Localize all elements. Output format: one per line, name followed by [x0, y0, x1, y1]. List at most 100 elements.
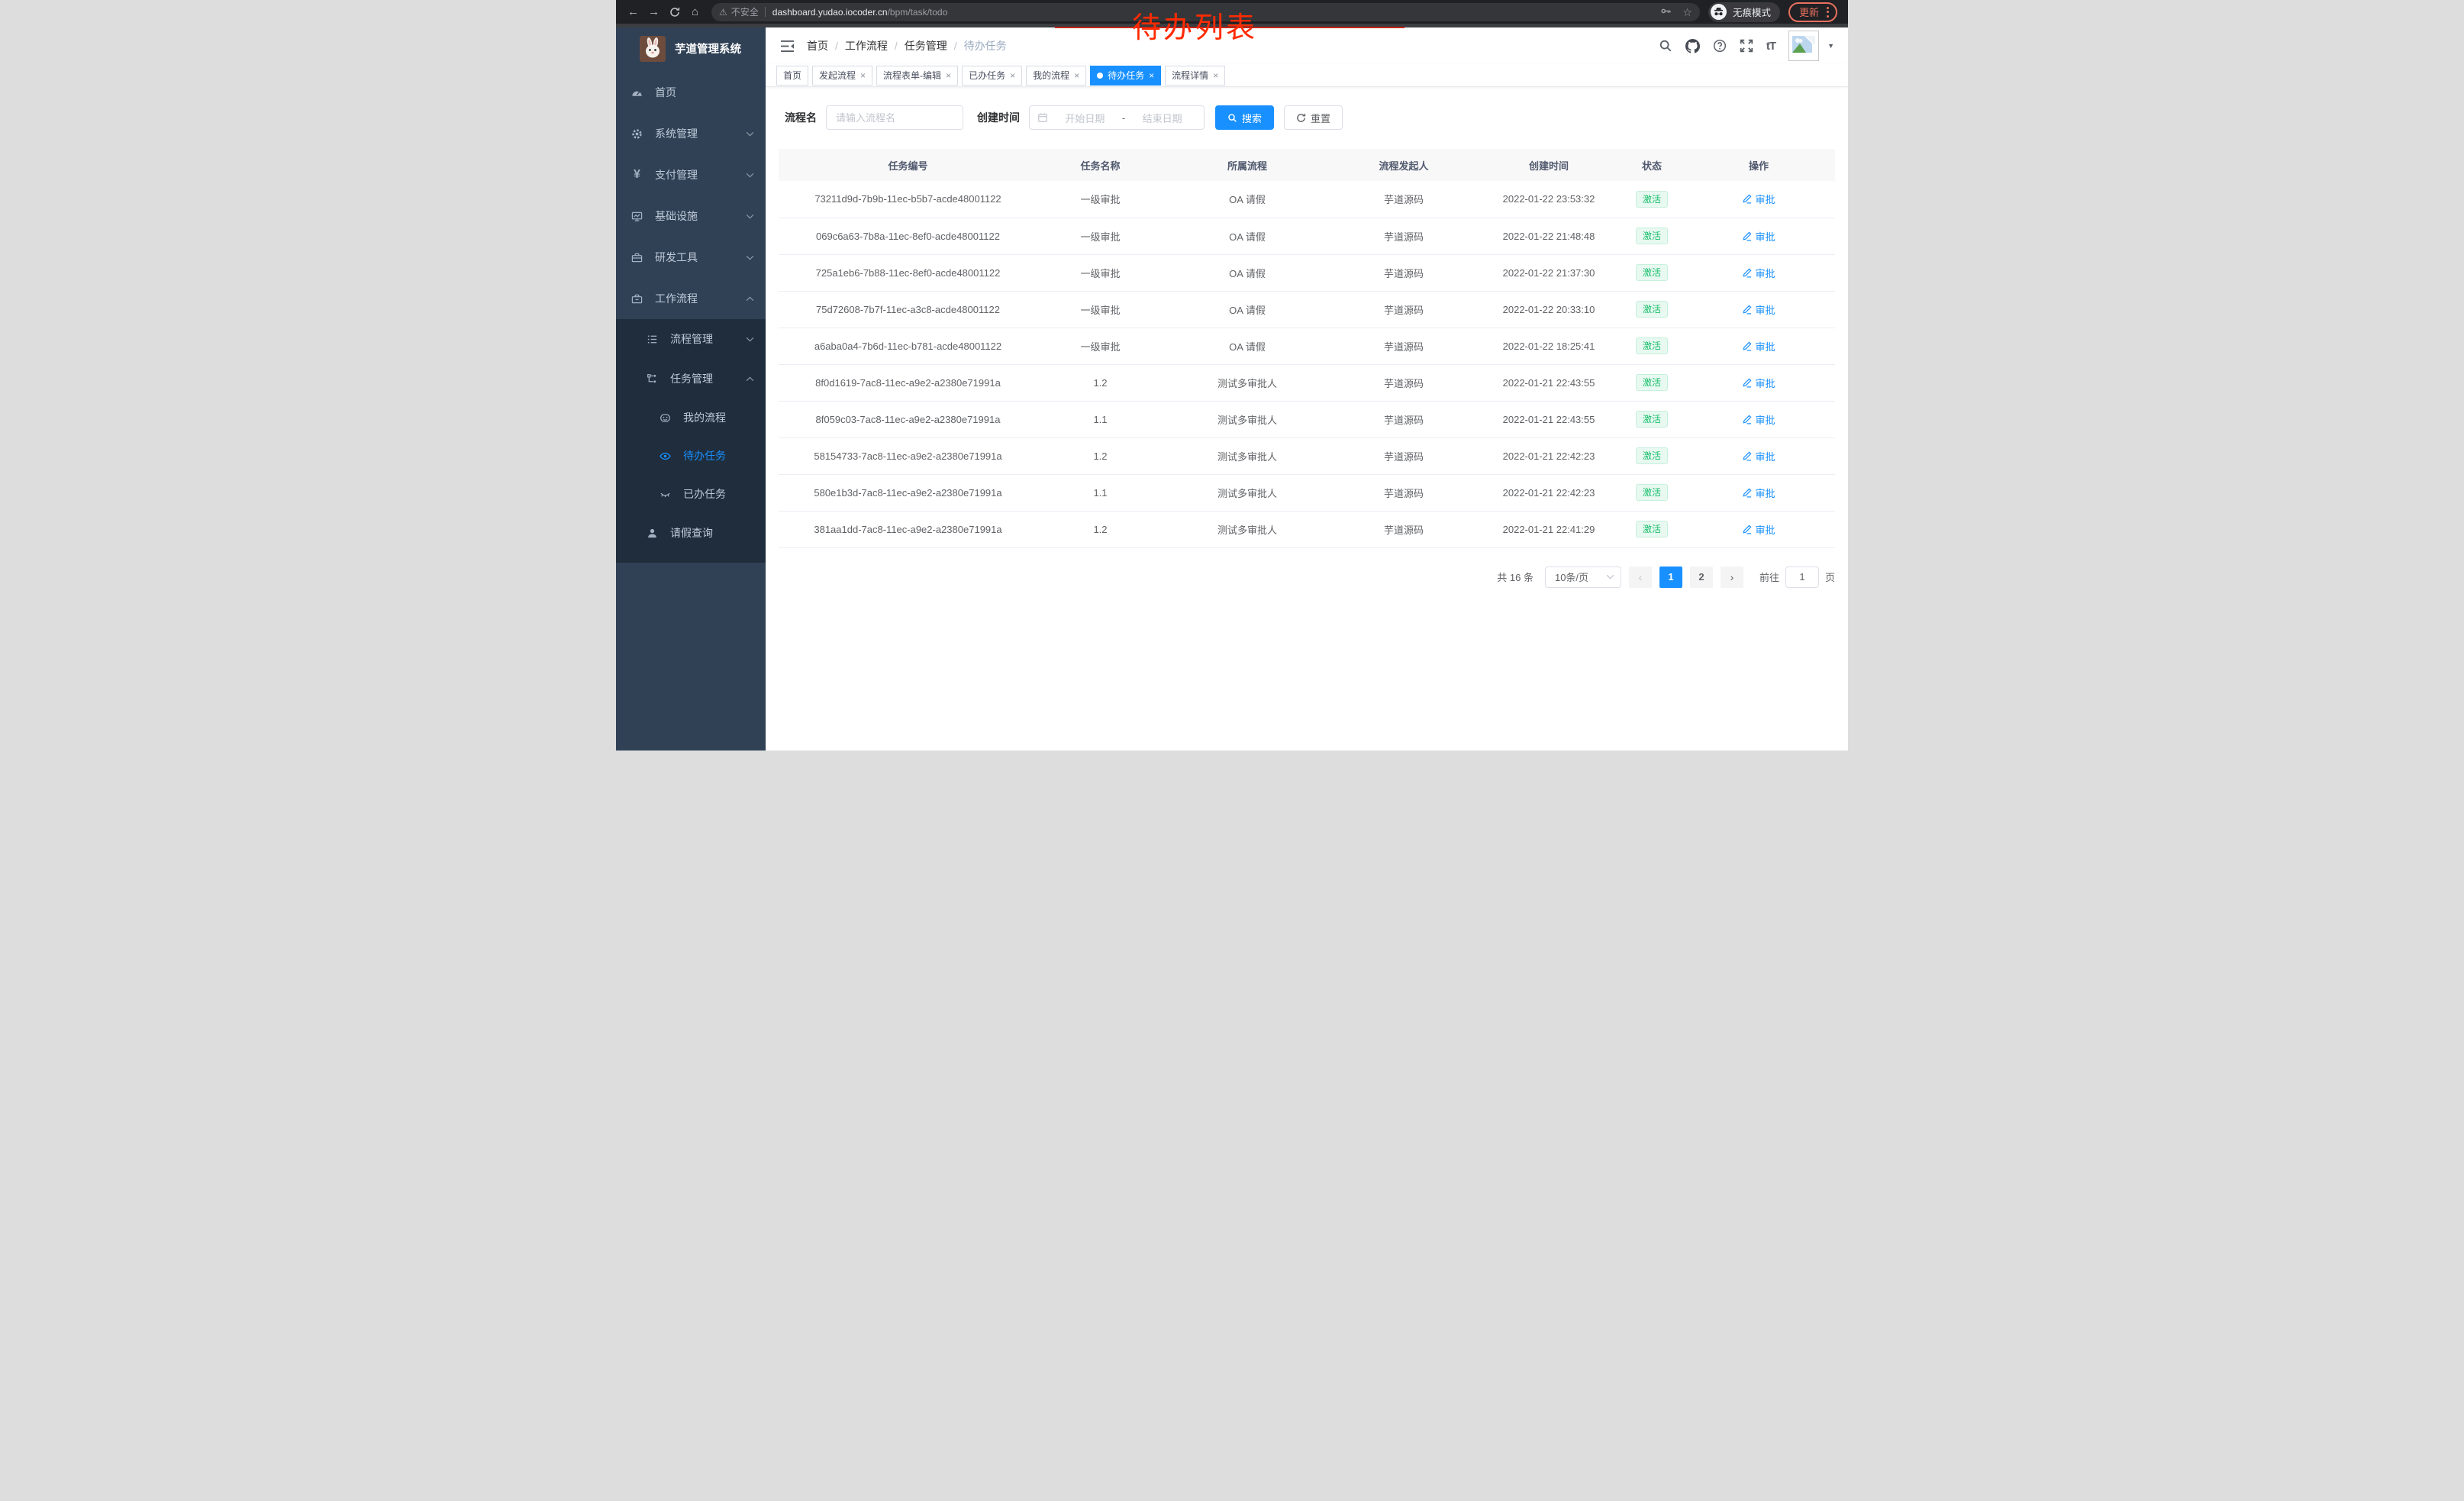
app-logo-row[interactable]: 芋道管理系统 — [616, 27, 766, 64]
sidebar-item-todo-tasks[interactable]: 待办任务 — [616, 437, 766, 475]
prev-page-button[interactable]: ‹ — [1629, 567, 1652, 588]
goto-page-input[interactable] — [1785, 567, 1819, 588]
date-range-picker[interactable]: 开始日期 - 结束日期 — [1029, 105, 1205, 130]
close-icon[interactable]: × — [1074, 70, 1079, 81]
sidebar-item-system[interactable]: 系统管理 — [616, 113, 766, 154]
approve-label: 审批 — [1755, 302, 1775, 317]
table-header-row: 任务编号 任务名称 所属流程 流程发起人 创建时间 状态 操作 — [779, 149, 1835, 181]
status-badge: 激活 — [1636, 191, 1668, 208]
approve-label: 审批 — [1755, 449, 1775, 463]
close-icon[interactable]: × — [1010, 70, 1015, 81]
sidebar-item-my-process[interactable]: 我的流程 — [616, 399, 766, 437]
user-icon — [647, 528, 658, 539]
sidebar-item-task-management[interactable]: 任务管理 — [616, 359, 766, 399]
search-button[interactable]: 搜索 — [1215, 105, 1274, 130]
sidebar-item-workflow[interactable]: 工作流程 — [616, 278, 766, 319]
tag-done-tasks[interactable]: 已办任务 × — [962, 66, 1022, 86]
search-icon[interactable] — [1659, 39, 1672, 53]
approve-label: 审批 — [1755, 339, 1775, 353]
browser-menu-icon[interactable] — [1827, 7, 1829, 18]
app-logo — [640, 36, 666, 62]
create-time: 2022-01-22 23:53:32 — [1476, 181, 1621, 218]
breadcrumb-item[interactable]: 首页 — [807, 38, 828, 53]
approve-button[interactable]: 审批 — [1742, 376, 1775, 390]
breadcrumb-item[interactable]: 任务管理 — [905, 38, 947, 53]
forward-icon[interactable]: → — [643, 6, 664, 18]
approve-button[interactable]: 审批 — [1742, 229, 1775, 244]
start-date-placeholder[interactable]: 开始日期 — [1051, 111, 1119, 125]
help-icon[interactable] — [1713, 39, 1727, 53]
tag-home[interactable]: 首页 — [776, 66, 808, 86]
task-name: 1.2 — [1037, 364, 1163, 401]
yen-icon: ¥ — [631, 169, 643, 181]
tag-label: 已办任务 — [969, 69, 1005, 82]
sidebar-item-infrastructure[interactable]: 基础设施 — [616, 195, 766, 237]
sidebar-menu: 首页 系统管理 ¥ 支付管理 — [616, 72, 766, 563]
page-button-2[interactable]: 2 — [1690, 567, 1713, 588]
end-date-placeholder[interactable]: 结束日期 — [1128, 111, 1196, 125]
next-page-button[interactable]: › — [1721, 567, 1743, 588]
task-id: 8f059c03-7ac8-11ec-a9e2-a2380e71991a — [779, 401, 1037, 437]
starter: 芋道源码 — [1331, 328, 1476, 364]
github-icon[interactable] — [1685, 39, 1700, 53]
page-button-1[interactable]: 1 — [1659, 567, 1682, 588]
url-domain[interactable]: dashboard.yudao.iocoder.cn — [772, 7, 888, 18]
sidebar-item-dev-tools[interactable]: 研发工具 — [616, 237, 766, 278]
security-label[interactable]: 不安全 — [731, 5, 759, 18]
tag-label: 首页 — [783, 69, 801, 82]
approve-button[interactable]: 审批 — [1742, 412, 1775, 427]
page-size-select[interactable]: 10条/页 — [1545, 567, 1621, 588]
home-icon[interactable]: ⌂ — [685, 6, 705, 18]
approve-button[interactable]: 审批 — [1742, 522, 1775, 537]
back-icon[interactable]: ← — [623, 6, 643, 18]
process-name: OA 请假 — [1163, 328, 1331, 364]
reset-button[interactable]: 重置 — [1284, 105, 1343, 130]
approve-button[interactable]: 审批 — [1742, 339, 1775, 353]
tag-process-form-edit[interactable]: 流程表单-编辑× — [876, 66, 958, 86]
tag-process-detail[interactable]: 流程详情× — [1165, 66, 1225, 86]
sidebar-item-label: 首页 — [655, 85, 676, 100]
approve-button[interactable]: 审批 — [1742, 302, 1775, 317]
update-label[interactable]: 更新 — [1799, 5, 1819, 19]
browser-update-button[interactable]: 更新 — [1788, 2, 1837, 22]
status-badge: 激活 — [1636, 521, 1668, 537]
breadcrumb-item-current: 待办任务 — [964, 38, 1007, 53]
sidebar-item-done-tasks[interactable]: 已办任务 — [616, 475, 766, 513]
starter: 芋道源码 — [1331, 401, 1476, 437]
avatar[interactable] — [1788, 31, 1819, 61]
fullscreen-icon[interactable] — [1740, 39, 1753, 53]
process-name: OA 请假 — [1163, 181, 1331, 218]
task-id: 725a1eb6-7b88-11ec-8ef0-acde48001122 — [779, 254, 1037, 291]
status-badge: 激活 — [1636, 228, 1668, 244]
close-icon[interactable]: × — [1149, 70, 1154, 81]
close-icon[interactable]: × — [1213, 70, 1218, 81]
password-key-icon[interactable] — [1660, 5, 1672, 18]
chevron-down-icon — [746, 337, 754, 342]
status-badge: 激活 — [1636, 374, 1668, 391]
approve-button[interactable]: 审批 — [1742, 449, 1775, 463]
approve-button[interactable]: 审批 — [1742, 486, 1775, 500]
tag-todo-tasks-active[interactable]: 待办任务× — [1090, 66, 1161, 86]
avatar-dropdown-caret-icon[interactable]: ▼ — [1827, 42, 1834, 50]
process-name-input[interactable] — [826, 105, 963, 130]
table-row: 73211d9d-7b9b-11ec-b5b7-acde48001122 一级审… — [779, 181, 1835, 218]
reload-icon[interactable] — [664, 6, 685, 18]
sidebar-item-process-management[interactable]: 流程管理 — [616, 319, 766, 359]
toolbox-icon — [631, 252, 643, 263]
approve-button[interactable]: 审批 — [1742, 192, 1775, 206]
sidebar-item-home[interactable]: 首页 — [616, 72, 766, 113]
tag-my-process[interactable]: 我的流程× — [1026, 66, 1086, 86]
table-row: 58154733-7ac8-11ec-a9e2-a2380e71991a 1.2… — [779, 437, 1835, 474]
bookmark-star-icon[interactable]: ☆ — [1682, 7, 1692, 18]
close-icon[interactable]: × — [860, 70, 866, 81]
chevron-down-icon — [746, 214, 754, 219]
breadcrumb-item[interactable]: 工作流程 — [845, 38, 888, 53]
approve-button[interactable]: 审批 — [1742, 266, 1775, 280]
collapse-sidebar-icon[interactable] — [780, 40, 795, 53]
close-icon[interactable]: × — [946, 70, 951, 81]
tag-start-process[interactable]: 发起流程× — [812, 66, 872, 86]
font-size-icon[interactable]: tT — [1766, 40, 1775, 53]
sidebar-item-payment[interactable]: ¥ 支付管理 — [616, 154, 766, 195]
task-id: 381aa1dd-7ac8-11ec-a9e2-a2380e71991a — [779, 511, 1037, 547]
sidebar-item-leave-query[interactable]: 请假查询 — [616, 513, 766, 553]
